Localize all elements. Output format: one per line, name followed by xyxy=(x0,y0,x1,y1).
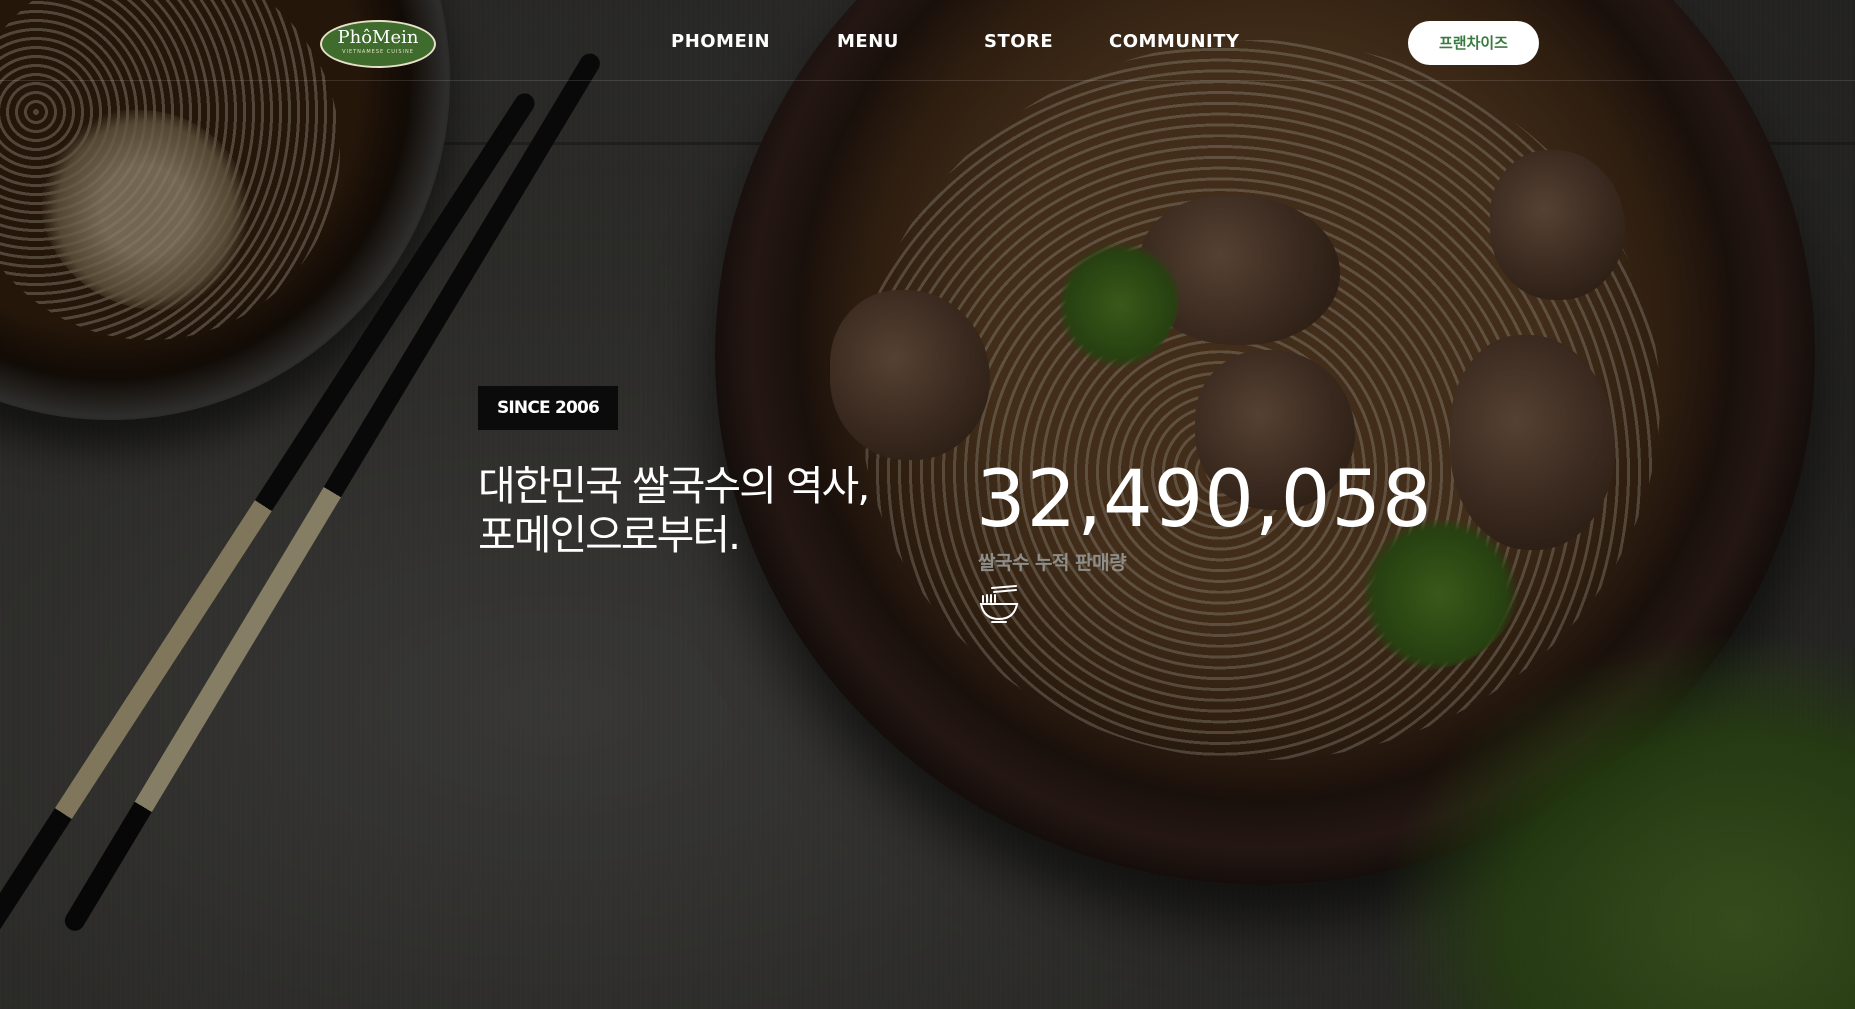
nav-menu[interactable]: MENU xyxy=(837,28,899,56)
nav-store[interactable]: STORE xyxy=(984,28,1053,56)
logo-subtext: VIETNAMESE CUISINE xyxy=(342,49,414,55)
hero-stage: PhôMein VIETNAMESE CUISINE PHOMEIN MENU … xyxy=(0,0,1855,1009)
franchise-button[interactable]: 프랜차이즈 xyxy=(1408,21,1539,65)
noodle-bowl-icon xyxy=(979,585,1019,623)
sales-counter-label: 쌀국수 누적 판매량 xyxy=(978,552,1127,574)
headline-line-2: 포메인으로부터. xyxy=(478,511,741,559)
site-header: PhôMein VIETNAMESE CUISINE PHOMEIN MENU … xyxy=(0,0,1855,81)
hero-headline: 대한민국 쌀국수의 역사, 포메인으로부터. xyxy=(478,462,898,560)
since-badge: SINCE 2006 xyxy=(478,386,618,430)
phomein-logo[interactable]: PhôMein VIETNAMESE CUISINE xyxy=(320,20,436,68)
logo-text: PhôMein xyxy=(337,27,419,48)
headline-line-1: 대한민국 쌀국수의 역사, xyxy=(478,462,870,510)
nav-community[interactable]: COMMUNITY xyxy=(1109,28,1240,56)
dark-overlay xyxy=(0,0,1855,1009)
nav-phomein[interactable]: PHOMEIN xyxy=(671,28,770,56)
sales-counter: 32,490,058 xyxy=(976,455,1433,545)
